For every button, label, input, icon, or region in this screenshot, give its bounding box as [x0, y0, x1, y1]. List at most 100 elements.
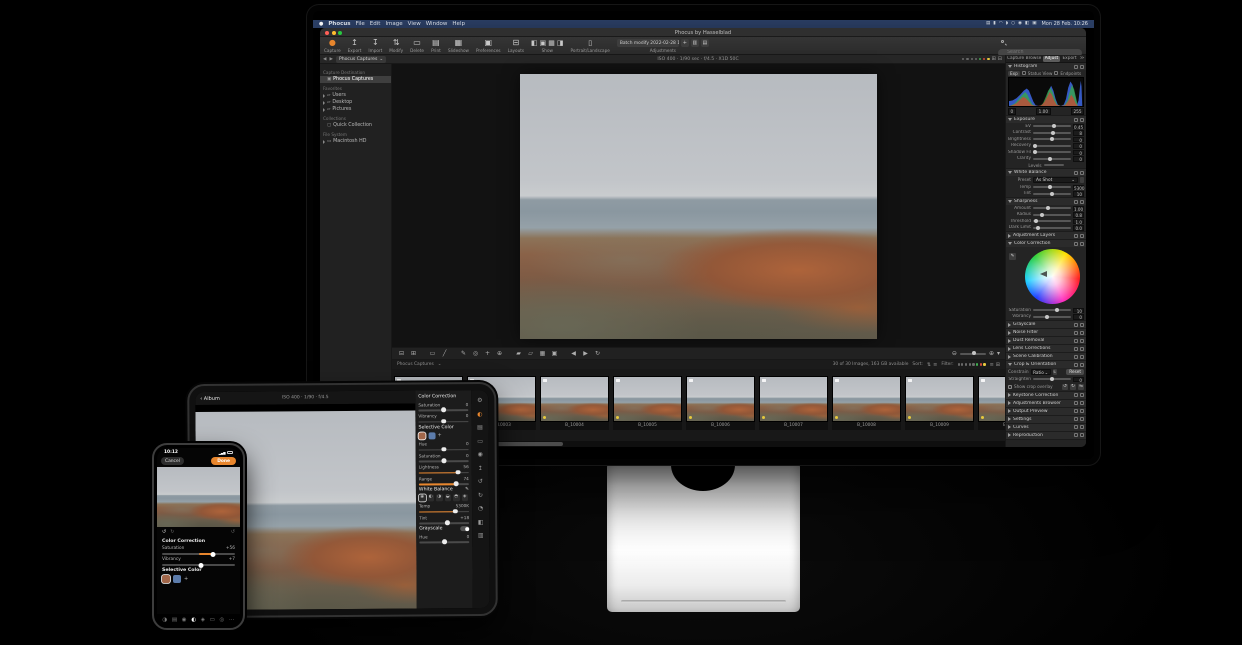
levels-icon[interactable]: ▤	[172, 617, 177, 623]
disclosure-icon[interactable]	[1008, 339, 1011, 343]
slider-knob[interactable]	[1033, 144, 1037, 148]
mode-tab[interactable]: Export	[1061, 56, 1078, 62]
green-label-dot[interactable]	[979, 58, 981, 60]
slider-knob[interactable]	[1046, 206, 1050, 210]
disclosure-icon[interactable]	[1008, 118, 1012, 121]
collapsed-section-header[interactable]: Reproduction	[1006, 432, 1086, 439]
section-reset-icon[interactable]	[1074, 200, 1078, 204]
sort-order-icon[interactable]: ⇅	[927, 362, 931, 368]
status-view-checkbox[interactable]	[1022, 71, 1026, 75]
slider-knob[interactable]	[1055, 308, 1059, 312]
slider-knob[interactable]	[1040, 213, 1044, 217]
crop-icon[interactable]: ▭	[210, 617, 215, 623]
wb-daylight-icon[interactable]: ◐	[427, 494, 434, 501]
current-folder-label[interactable]: Phocus Captures	[397, 362, 434, 367]
section-menu-icon[interactable]	[1080, 347, 1084, 351]
color-wheel[interactable]	[1025, 249, 1080, 304]
undo-icon[interactable]: ↺	[478, 478, 483, 485]
slider-track[interactable]	[1033, 125, 1071, 127]
color-icon[interactable]: ◉	[182, 617, 187, 623]
batch-copy-icon[interactable]: ▥	[691, 39, 699, 47]
slider-track[interactable]	[1033, 207, 1071, 209]
slider-knob[interactable]	[441, 459, 446, 464]
slider-knob[interactable]	[456, 470, 461, 475]
straighten-slider[interactable]	[1033, 378, 1071, 380]
contrast-icon[interactable]: ◐	[191, 617, 196, 623]
slider-knob[interactable]	[1036, 226, 1040, 230]
mode-tab[interactable]: Adjust	[1043, 56, 1060, 62]
done-button[interactable]: Done	[211, 457, 236, 465]
collapsed-section-header[interactable]: Curves	[1006, 424, 1086, 431]
thumbnail-image[interactable]	[540, 376, 609, 422]
sidebar-row[interactable]: ▱ Desktop	[320, 99, 391, 106]
capture-button[interactable]: ● Capture	[324, 38, 341, 53]
sidebar-row[interactable]: ▣ Phocus Captures	[320, 76, 391, 83]
heal-tool-icon[interactable]: ▱	[526, 348, 535, 359]
mode-tab[interactable]: Capture	[1007, 56, 1024, 62]
rotate-left-icon[interactable]: ↺	[1062, 384, 1068, 390]
section-reset-icon[interactable]	[1074, 401, 1078, 405]
add-swatch-button[interactable]: +	[184, 576, 188, 582]
slider-knob[interactable]	[1033, 150, 1037, 154]
more-icon[interactable]: ⋯	[229, 617, 235, 623]
show-viewer-icon[interactable]: ▣	[540, 39, 547, 47]
modify-button[interactable]: ⇅ Modify	[389, 38, 403, 53]
section-reset-icon[interactable]	[1074, 355, 1078, 359]
wb-shade-icon[interactable]: ◒	[444, 494, 451, 501]
view-grid-icon[interactable]: ⊞	[409, 348, 418, 359]
scrollbar-thumb[interactable]	[495, 442, 563, 446]
section-menu-icon[interactable]	[1080, 355, 1084, 359]
slider-track[interactable]	[1033, 316, 1071, 318]
apple-menu-icon[interactable]: ●	[319, 20, 323, 28]
section-menu-icon[interactable]	[1080, 363, 1084, 367]
filter-dot[interactable]	[958, 363, 960, 365]
redo-icon[interactable]: ↻	[170, 529, 174, 535]
collapsed-section-header[interactable]: Noise Filter	[1006, 329, 1086, 336]
section-reset-icon[interactable]	[1074, 347, 1078, 351]
disclosure-icon[interactable]	[1008, 347, 1011, 351]
focus-icon[interactable]: ◗	[1006, 20, 1008, 28]
thumbnail-image[interactable]	[905, 376, 974, 422]
wb-flash-icon[interactable]: ◈	[461, 494, 468, 501]
thumbnail-image[interactable]	[686, 376, 755, 422]
disclosure-icon[interactable]	[1008, 393, 1011, 397]
endpoints-checkbox[interactable]	[1054, 71, 1058, 75]
filmstrip-thumbnail[interactable]: B_10009	[905, 376, 974, 430]
slider-knob[interactable]	[454, 482, 459, 487]
crop-overlay-checkbox[interactable]	[1008, 385, 1012, 389]
wb-as-shot-icon[interactable]: ◉	[419, 494, 426, 501]
section-header[interactable]: White Balance	[1006, 169, 1086, 176]
menubar-item[interactable]: File	[356, 20, 365, 28]
delete-icon[interactable]: ▥	[478, 532, 484, 539]
levels-slider[interactable]	[1044, 164, 1064, 166]
disclosure-icon[interactable]	[1008, 363, 1012, 366]
filmstrip-thumbnail[interactable]: B_10008	[832, 376, 901, 430]
sort-menu-icon[interactable]: ≡	[933, 362, 937, 368]
adjust-icon[interactable]: ◐	[477, 411, 482, 418]
slider-knob[interactable]	[453, 509, 458, 514]
disclosure-icon[interactable]	[323, 140, 325, 144]
detail-icon[interactable]: ◈	[201, 617, 205, 623]
forward-icon[interactable]: ▶	[329, 57, 332, 62]
constrain-stepper[interactable]: ⇅	[1053, 369, 1057, 375]
clone-tool-icon[interactable]: ▰	[514, 348, 523, 359]
slider-value[interactable]: 0.8	[1073, 212, 1084, 218]
back-icon[interactable]: ◀	[323, 57, 326, 62]
section-reset-icon[interactable]	[1074, 433, 1078, 437]
slider-value[interactable]: 0	[1073, 156, 1084, 162]
slider-knob[interactable]	[442, 540, 447, 545]
disclosure-icon[interactable]	[1008, 409, 1011, 413]
thumbnail-image[interactable]	[978, 376, 1005, 422]
section-menu-icon[interactable]	[1080, 433, 1084, 437]
section-menu-icon[interactable]	[1080, 331, 1084, 335]
portrait-landscape-toggle[interactable]: ▯ Portrait/Landscape	[571, 38, 610, 53]
slider-track[interactable]	[419, 483, 469, 485]
section-reset-icon[interactable]	[1074, 323, 1078, 327]
sidebar-row[interactable]: ▱ Users	[320, 92, 391, 99]
view-single-icon[interactable]: ⊟	[397, 348, 406, 359]
exposure-icon[interactable]: ◑	[162, 617, 167, 623]
collapsed-section-header[interactable]: Keystone Correction	[1006, 392, 1086, 399]
crop-reset-button[interactable]: Reset	[1066, 369, 1084, 375]
collapsed-section-header[interactable]: Adjustments Browser	[1006, 400, 1086, 407]
wb-preset-stepper[interactable]	[1080, 177, 1084, 183]
